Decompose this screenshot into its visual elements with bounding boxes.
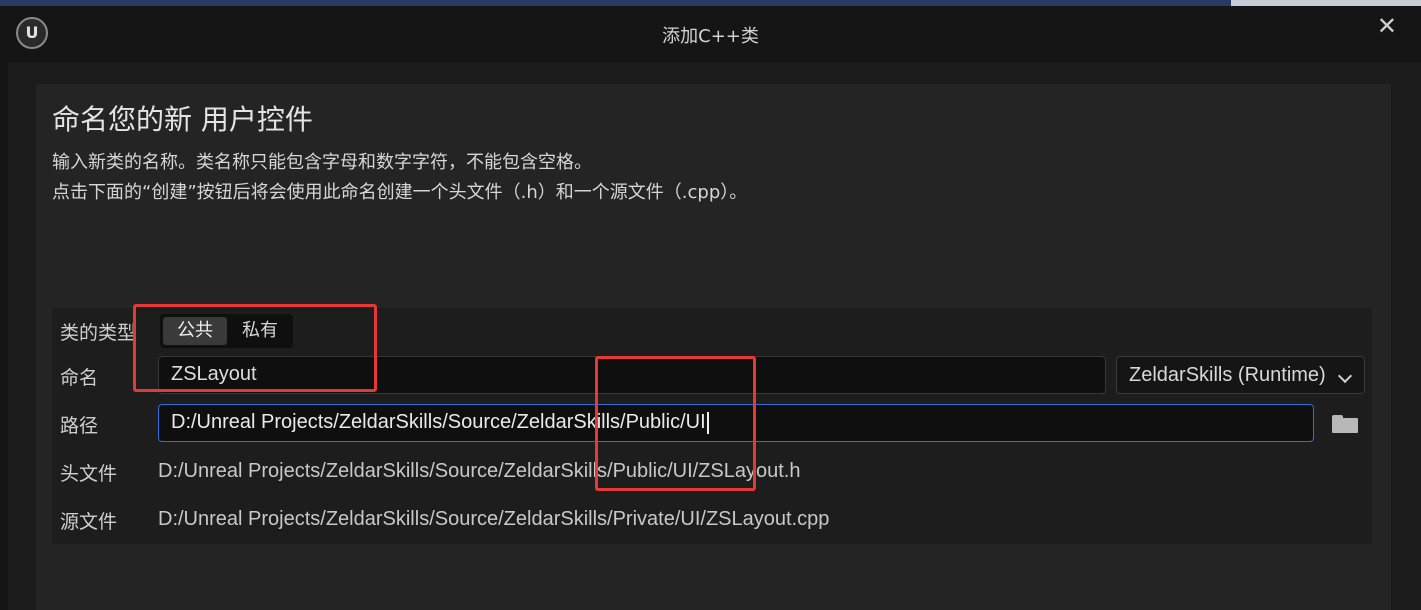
window-title: 添加C++类 <box>662 26 759 47</box>
page-title: 命名您的新 用户控件 <box>52 103 313 136</box>
text-caret <box>706 411 709 434</box>
class-type-public-button[interactable]: 公共 <box>163 317 227 345</box>
description-line-2: 点击下面的“创建”按钮后将会使用此命名创建一个头文件（.h）和一个源文件（.cp… <box>52 182 748 203</box>
class-name-input[interactable]: ZSLayout <box>158 356 1106 394</box>
chevron-down-icon <box>1337 368 1353 384</box>
header-file-path: D:/Unreal Projects/ZeldarSkills/Source/Z… <box>158 460 801 482</box>
source-file-path: D:/Unreal Projects/ZeldarSkills/Source/Z… <box>158 508 830 530</box>
class-type-private-button[interactable]: 私有 <box>230 317 290 345</box>
path-input[interactable]: D:/Unreal Projects/ZeldarSkills/Source/Z… <box>158 404 1314 442</box>
source-file-label: 源文件 <box>60 511 118 533</box>
class-type-label: 类的类型 <box>60 322 137 344</box>
module-dropdown-label: ZeldarSkills (Runtime) <box>1129 364 1326 386</box>
module-dropdown[interactable]: ZeldarSkills (Runtime) <box>1116 356 1365 394</box>
close-icon[interactable]: ✕ <box>1377 14 1397 38</box>
class-type-toggle: 公共 私有 <box>160 314 293 348</box>
title-bar: U 添加C++类 ✕ <box>0 6 1421 62</box>
name-label: 命名 <box>60 367 99 389</box>
folder-icon[interactable] <box>1332 415 1358 433</box>
path-label: 路径 <box>60 415 99 437</box>
header-file-label: 头文件 <box>60 463 118 485</box>
path-input-value: D:/Unreal Projects/ZeldarSkills/Source/Z… <box>171 411 706 433</box>
description-line-1: 输入新类的名称。类名称只能包含字母和数字字符，不能包含空格。 <box>52 152 592 173</box>
